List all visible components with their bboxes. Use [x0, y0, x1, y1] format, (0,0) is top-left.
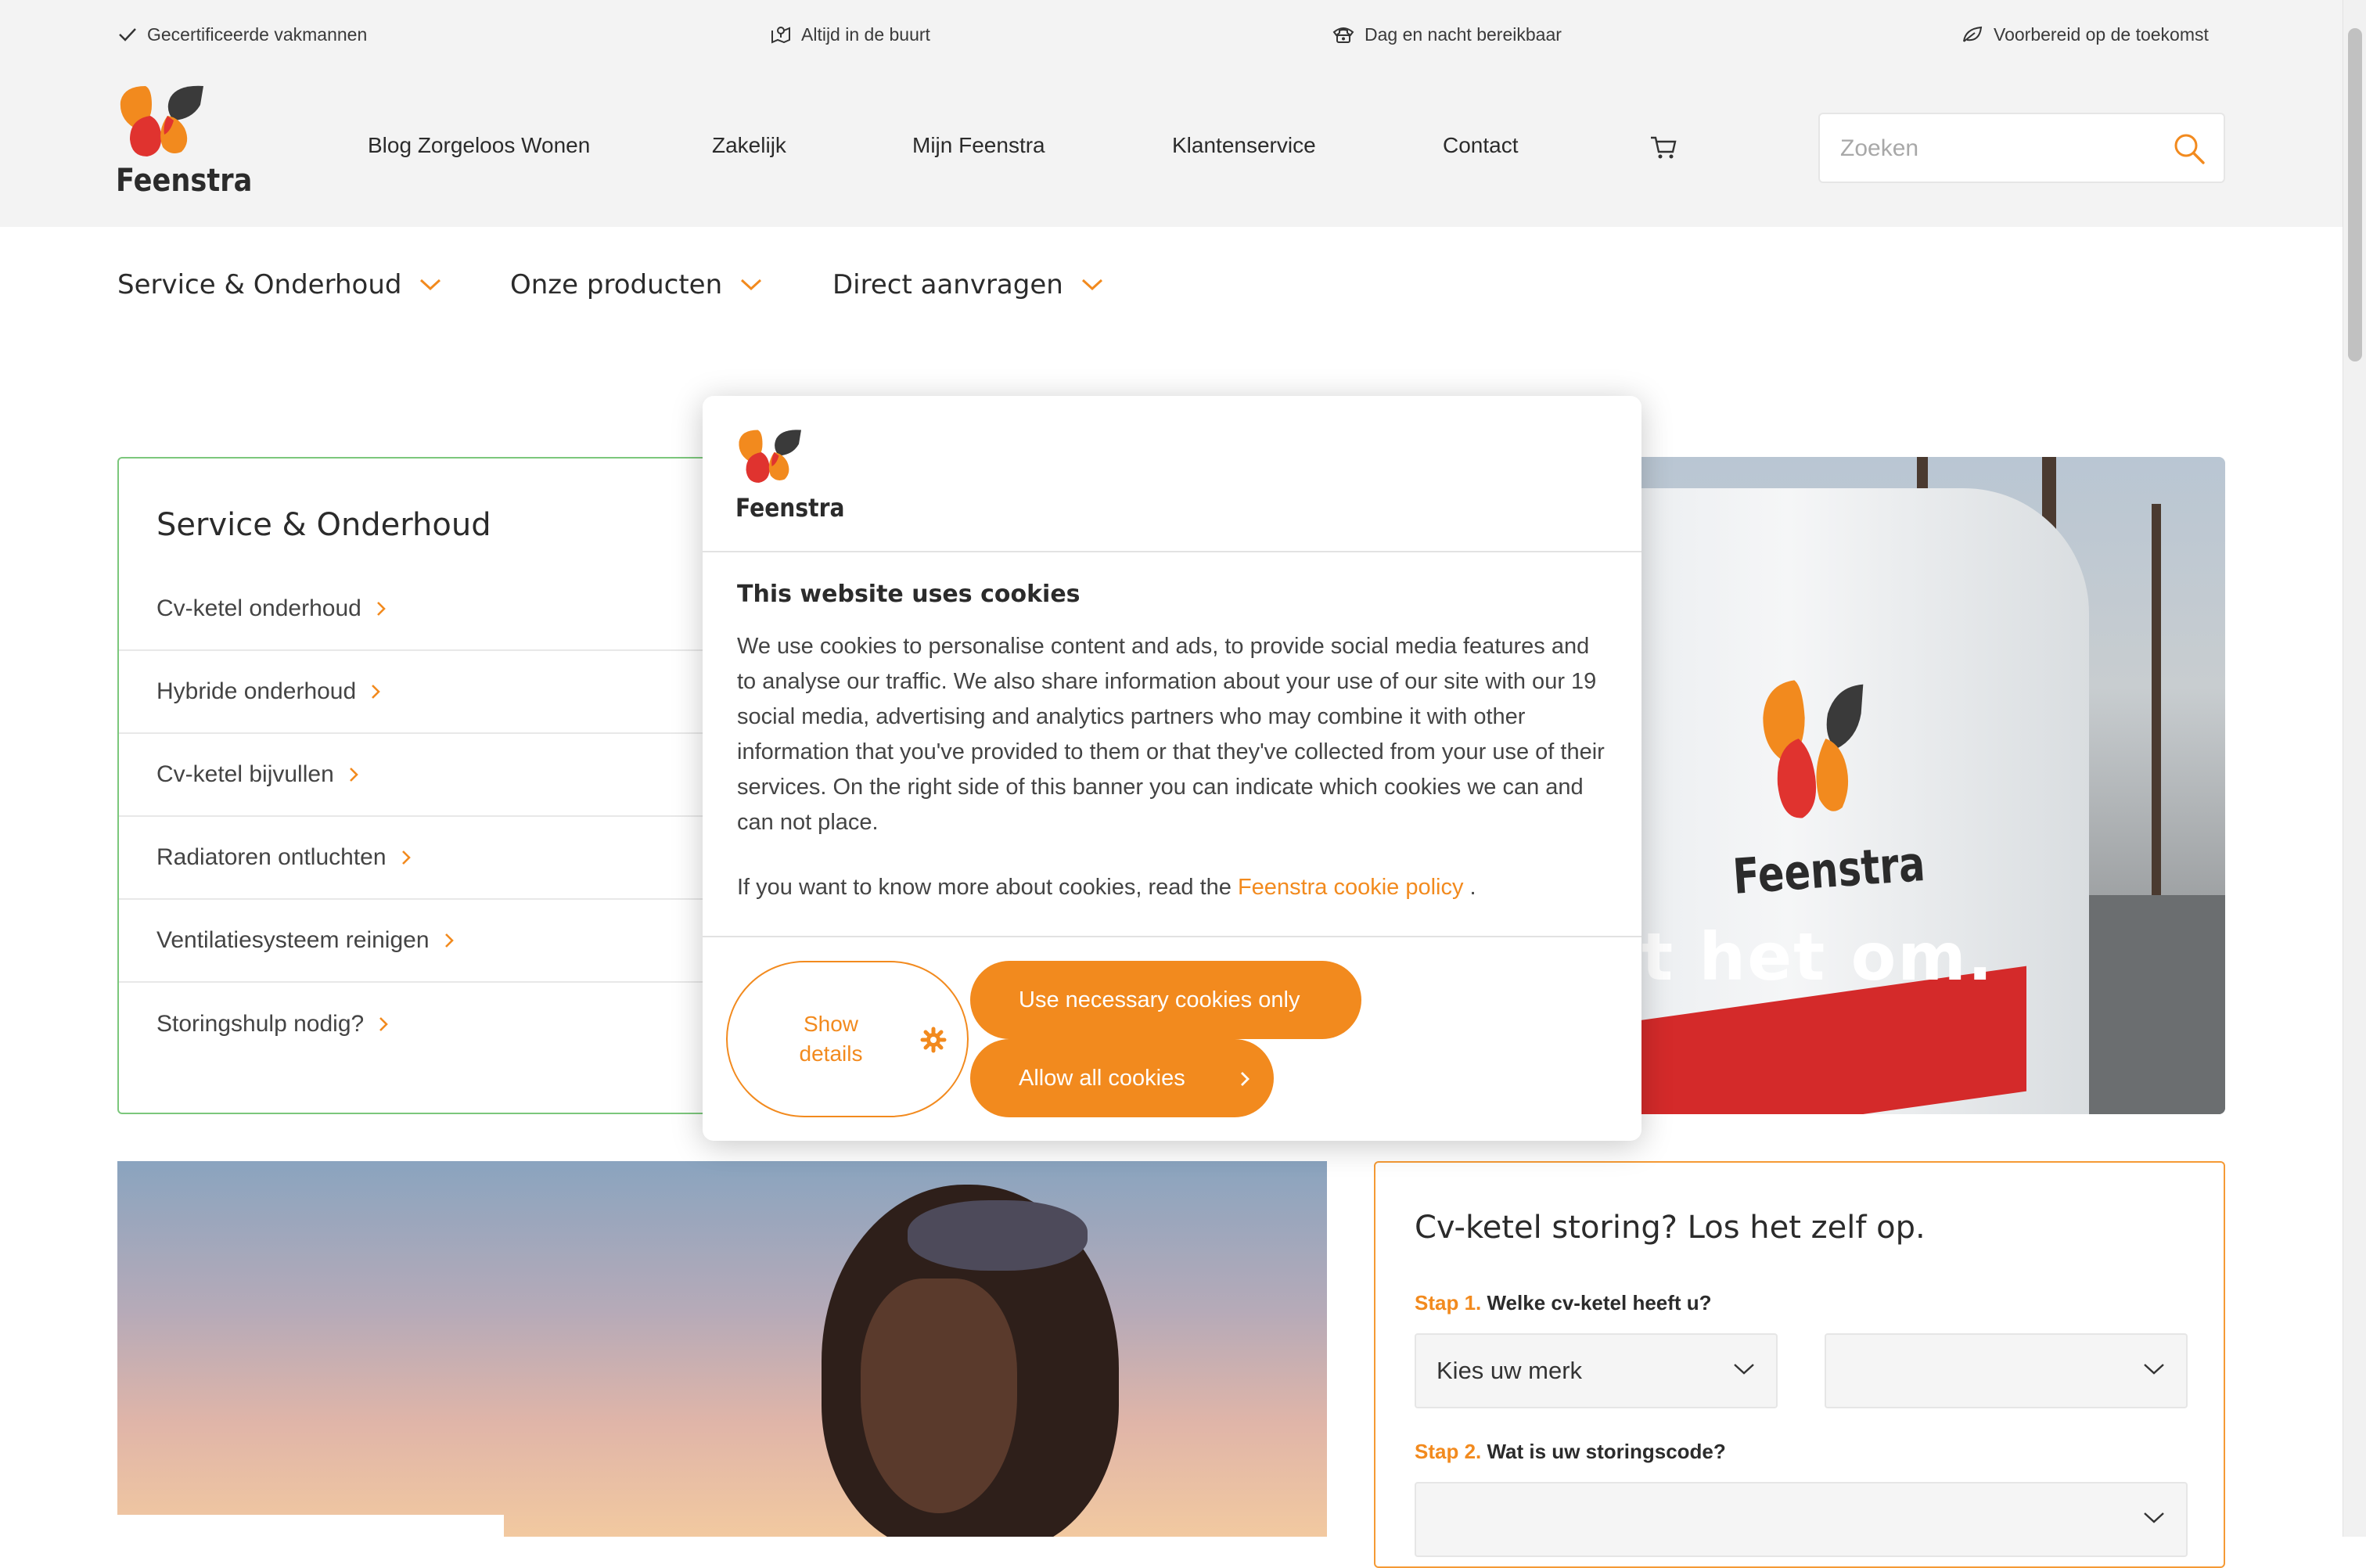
tree-trunk	[2152, 504, 2161, 911]
usp-nearby: Altijd in de buurt	[770, 22, 930, 47]
headband	[908, 1200, 1088, 1271]
cookie-policy-link[interactable]: Feenstra cookie policy	[1238, 875, 1464, 900]
service-item-label: Cv-ketel onderhoud	[156, 595, 361, 621]
step-1-num: Stap 1.	[1415, 1291, 1482, 1314]
divider	[703, 936, 1641, 937]
step-1: Stap 1. Welke cv-ketel heeft u?	[1415, 1291, 1712, 1315]
usp-certified: Gecertificeerde vakmannen	[117, 22, 367, 47]
chevron-right-icon	[1241, 1072, 1250, 1086]
scrollbar-thumb[interactable]	[2348, 28, 2362, 361]
gear-icon	[920, 1027, 947, 1053]
chevron-down-icon	[741, 279, 762, 291]
service-item-label: Ventilatiesysteem reinigen	[156, 927, 430, 953]
leaf-icon	[1963, 26, 1983, 42]
cookie-more-prefix: If you want to know more about cookies, …	[737, 875, 1238, 900]
subnav-label: Service & Onderhoud	[117, 269, 402, 300]
chevron-down-icon	[2144, 1364, 2164, 1375]
chevron-right-icon	[372, 685, 381, 699]
necessary-cookies-label: Use necessary cookies only	[1019, 987, 1300, 1012]
chevron-down-icon	[420, 279, 441, 291]
storing-panel: Cv-ketel storing? Los het zelf op. Stap …	[1374, 1161, 2225, 1568]
photo-caption-box	[117, 1515, 504, 1537]
face	[861, 1278, 1017, 1513]
lifestyle-photo	[117, 1161, 1327, 1537]
search-box	[1818, 113, 2225, 183]
chevron-right-icon	[349, 768, 358, 782]
phone-icon	[1332, 27, 1354, 43]
service-item-label: Cv-ketel bijvullen	[156, 761, 334, 787]
subnav-label: Direct aanvragen	[832, 269, 1063, 300]
van-logo-mark	[1763, 680, 1864, 818]
map-icon	[771, 27, 790, 44]
nav-klantenservice[interactable]: Klantenservice	[1172, 133, 1316, 158]
necessary-cookies-button[interactable]: Use necessary cookies only	[970, 961, 1361, 1039]
hero-headline: t het om.	[1641, 919, 1994, 995]
error-code-select[interactable]	[1415, 1482, 2188, 1557]
divider	[703, 551, 1641, 552]
chevron-right-icon	[376, 602, 386, 616]
step-2-label: Wat is uw storingscode?	[1487, 1440, 1726, 1463]
nav-blog[interactable]: Blog Zorgeloos Wonen	[368, 133, 590, 158]
show-details-button[interactable]: Show details	[726, 961, 969, 1117]
cookie-body: We use cookies to personalise content an…	[737, 634, 1605, 835]
page-scrollbar[interactable]	[2343, 0, 2366, 1537]
nav-contact[interactable]: Contact	[1443, 133, 1519, 158]
cookie-logo: Feenstra	[735, 429, 844, 523]
logo-wordmark: Feenstra	[116, 163, 253, 199]
step-2: Stap 2. Wat is uw storingscode?	[1415, 1440, 1726, 1464]
usp-future: Voorbereid op de toekomst	[1961, 22, 2209, 47]
cookie-title: This website uses cookies	[737, 581, 1081, 608]
check-icon	[119, 28, 136, 41]
usp-label: Voorbereid op de toekomst	[1994, 23, 2209, 45]
feenstra-logo-mark	[739, 430, 801, 483]
subnav-request[interactable]: Direct aanvragen	[832, 263, 1104, 307]
feenstra-logo-mark	[120, 85, 203, 156]
chevron-right-icon	[401, 851, 411, 865]
cookie-more: If you want to know more about cookies, …	[737, 875, 1476, 901]
service-panel-title: Service & Onderhoud	[156, 507, 491, 543]
subnav-products[interactable]: Onze producten	[510, 263, 763, 307]
step-1-label: Welke cv-ketel heeft u?	[1487, 1291, 1712, 1314]
hero-image: Feenstra t het om.	[1604, 457, 2225, 1114]
usp-label: Dag en nacht bereikbaar	[1365, 23, 1562, 45]
brand-select[interactable]: Kies uw merk	[1415, 1333, 1778, 1408]
search-icon[interactable]	[2172, 131, 2206, 166]
brand-select-value: Kies uw merk	[1436, 1357, 1583, 1384]
chevron-right-icon	[379, 1017, 389, 1031]
step-2-num: Stap 2.	[1415, 1440, 1482, 1463]
nav-mijn-feenstra[interactable]: Mijn Feenstra	[912, 133, 1045, 158]
storing-title: Cv-ketel storing? Los het zelf op.	[1415, 1210, 1926, 1246]
subnav-service[interactable]: Service & Onderhoud	[117, 263, 442, 307]
allow-all-cookies-button[interactable]: Allow all cookies	[970, 1039, 1274, 1117]
subnav-label: Onze producten	[510, 269, 723, 300]
service-item-label: Storingshulp nodig?	[156, 1011, 365, 1037]
logo-wordmark: Feenstra	[735, 493, 845, 523]
usp-label: Altijd in de buurt	[801, 23, 930, 45]
model-select[interactable]	[1825, 1333, 2188, 1408]
cookie-dialog: Feenstra This website uses cookies We us…	[703, 396, 1641, 1141]
header-top: Gecertificeerde vakmannen Altijd in de b…	[0, 0, 2343, 227]
usp-reachable: Dag en nacht bereikbaar	[1332, 22, 1562, 47]
cookie-more-suffix: .	[1463, 875, 1476, 900]
show-details-label: Show details	[799, 1012, 863, 1066]
feenstra-logo[interactable]: Feenstra	[116, 85, 252, 202]
chevron-down-icon	[1081, 279, 1102, 291]
service-item-label: Hybride onderhoud	[156, 678, 357, 704]
service-item-label: Radiatoren ontluchten	[156, 844, 387, 870]
cart-icon[interactable]	[1649, 135, 1677, 160]
chevron-right-icon	[444, 933, 454, 948]
chevron-down-icon	[1734, 1364, 1754, 1375]
allow-all-label: Allow all cookies	[1019, 1065, 1185, 1091]
nav-zakelijk[interactable]: Zakelijk	[712, 133, 786, 158]
search-input[interactable]	[1839, 114, 2170, 183]
chevron-down-icon	[2144, 1512, 2164, 1523]
usp-label: Gecertificeerde vakmannen	[147, 23, 368, 45]
